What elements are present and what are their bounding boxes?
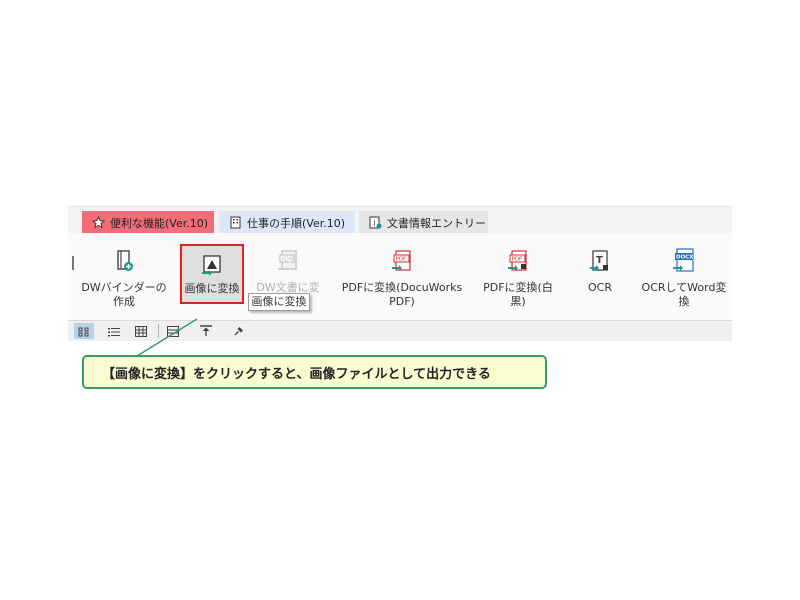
callout-box: 【画像に変換】をクリックすると、画像ファイルとして出力できる bbox=[82, 355, 547, 389]
callout-leader-line bbox=[136, 318, 198, 357]
